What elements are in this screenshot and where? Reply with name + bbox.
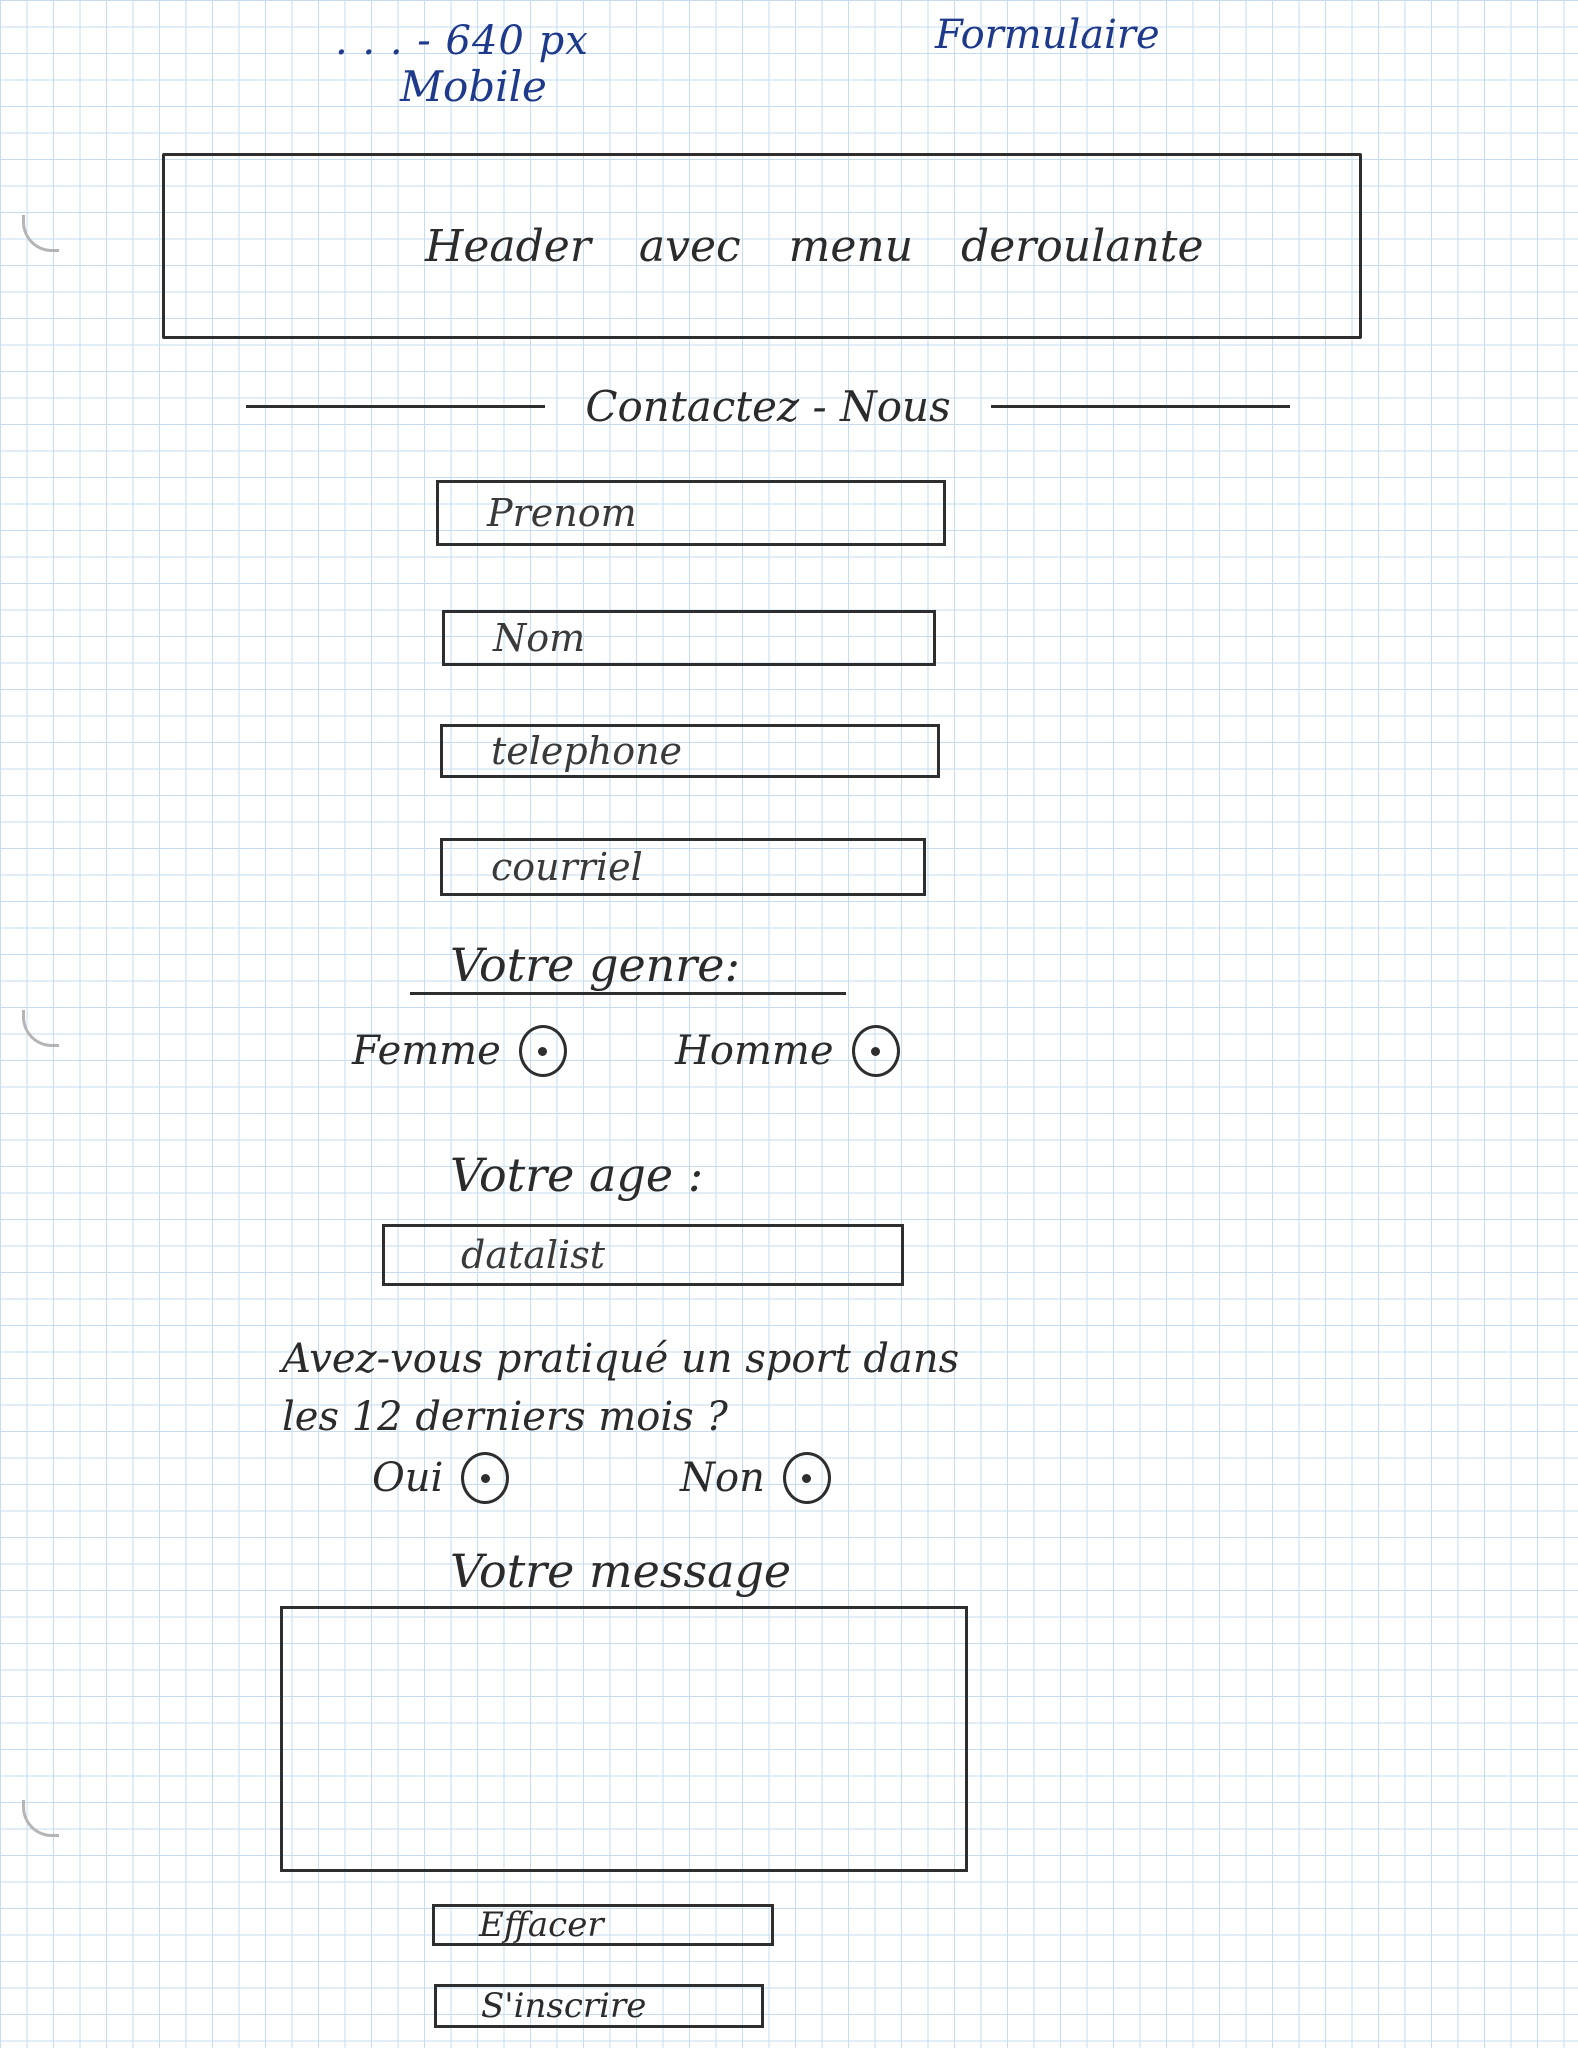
message-label: Votre message: [450, 1544, 792, 1598]
punch-hole-mark: [22, 1800, 59, 1837]
inscrire-button-label: S'inscrire: [481, 1986, 647, 2026]
effacer-button-label: Effacer: [479, 1905, 604, 1945]
nom-input[interactable]: Nom: [442, 610, 936, 666]
punch-hole-mark: [22, 1010, 59, 1047]
form-title: Contactez - Nous: [585, 382, 951, 431]
effacer-button[interactable]: Effacer: [432, 1904, 774, 1946]
nom-placeholder: Nom: [493, 616, 586, 660]
breakpoint-note: . . . - 640 px: [335, 18, 589, 64]
radio-femme-label: Femme: [352, 1028, 501, 1074]
prenom-placeholder: Prenom: [487, 491, 637, 535]
device-note: Mobile: [400, 62, 547, 111]
header-label: Header avec menu deroulante: [425, 220, 1204, 272]
radio-femme-button[interactable]: [518, 1025, 567, 1077]
genre-label: Votre genre:: [450, 938, 741, 992]
message-textarea[interactable]: [280, 1606, 968, 1872]
form-title-row: Contactez - Nous: [246, 382, 1290, 431]
title-left-rule: [246, 405, 546, 408]
radio-non[interactable]: Non: [680, 1452, 831, 1504]
radio-non-label: Non: [680, 1455, 765, 1501]
radio-homme[interactable]: Homme: [675, 1025, 900, 1077]
telephone-placeholder: telephone: [491, 729, 683, 773]
header-with-dropdown-menu[interactable]: Header avec menu deroulante: [162, 153, 1362, 339]
inscrire-button[interactable]: S'inscrire: [434, 1984, 764, 2028]
telephone-input[interactable]: telephone: [440, 724, 940, 778]
radio-homme-button[interactable]: [851, 1025, 900, 1077]
radio-femme[interactable]: Femme: [352, 1025, 567, 1077]
page-type-note: Formulaire: [935, 12, 1160, 58]
age-datalist-input[interactable]: datalist: [382, 1224, 904, 1286]
radio-oui[interactable]: Oui: [372, 1452, 510, 1504]
title-right-rule: [990, 405, 1290, 408]
genre-underline: [410, 992, 846, 995]
radio-non-button[interactable]: [782, 1452, 831, 1504]
prenom-input[interactable]: Prenom: [436, 480, 946, 546]
sport-question: Avez-vous pratiqué un sport dans les 12 …: [282, 1336, 960, 1440]
punch-hole-mark: [22, 215, 59, 252]
age-label: Votre age :: [450, 1148, 704, 1202]
age-placeholder: datalist: [461, 1233, 605, 1277]
courriel-placeholder: courriel: [491, 845, 643, 889]
courriel-input[interactable]: courriel: [440, 838, 926, 896]
radio-homme-label: Homme: [675, 1028, 834, 1074]
radio-oui-label: Oui: [372, 1455, 444, 1501]
radio-oui-button[interactable]: [461, 1452, 510, 1504]
